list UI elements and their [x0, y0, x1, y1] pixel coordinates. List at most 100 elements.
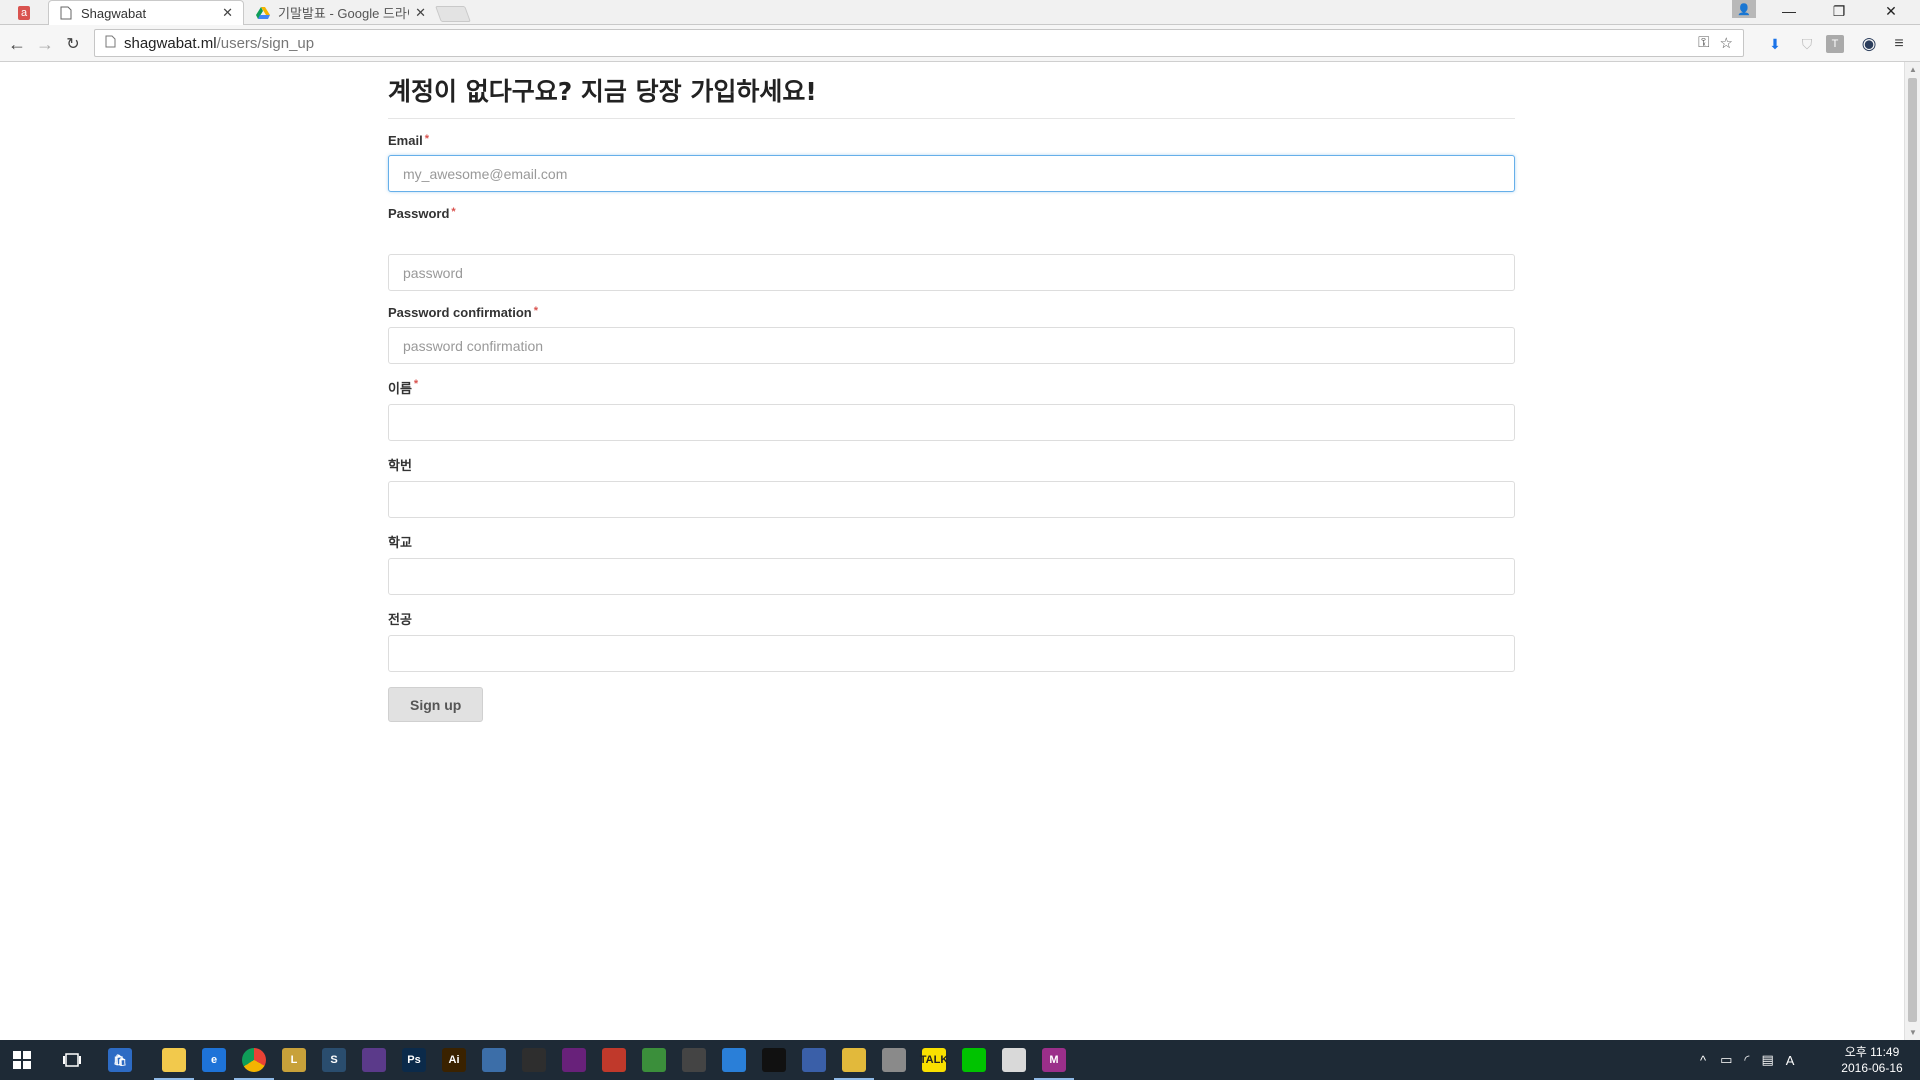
- tray-expand-icon[interactable]: ^: [1700, 1053, 1706, 1068]
- wifi-icon[interactable]: ◜: [1744, 1052, 1749, 1068]
- new-tab-button[interactable]: [435, 6, 471, 22]
- page-viewport: 계정이 없다구요? 지금 당장 가입하세요! Email* Password* …: [0, 62, 1904, 1040]
- email-label-text: Email: [388, 133, 423, 148]
- page-info-icon[interactable]: [105, 35, 116, 51]
- page-title: 계정이 없다구요? 지금 당장 가입하세요!: [388, 62, 1515, 119]
- photoshop-icon[interactable]: Ps: [392, 1044, 436, 1076]
- extension-icon[interactable]: ◉: [1858, 33, 1880, 55]
- minimize-icon[interactable]: —: [1774, 0, 1804, 22]
- taskbar-clock[interactable]: 오후 11:49 2016-06-16: [1836, 1044, 1908, 1076]
- forward-icon[interactable]: →: [34, 33, 56, 55]
- google-drive-icon: [256, 6, 270, 20]
- visual-studio-icon[interactable]: [552, 1044, 596, 1076]
- back-icon[interactable]: ←: [6, 33, 28, 55]
- ruby-icon[interactable]: [592, 1044, 636, 1076]
- start-button-icon[interactable]: [0, 1044, 44, 1076]
- edge-icon[interactable]: e: [192, 1044, 236, 1076]
- student-id-group: 학번: [388, 455, 1515, 518]
- notification-icon[interactable]: ▤: [1761, 1052, 1773, 1068]
- folder-icon-glyph: [842, 1048, 866, 1072]
- restore-icon[interactable]: ❐: [1824, 0, 1854, 22]
- file-explorer-icon[interactable]: [152, 1044, 196, 1080]
- scroll-up-icon[interactable]: ▲: [1908, 65, 1918, 74]
- school-label: 학교: [388, 535, 412, 550]
- tab-google-drive[interactable]: 기말발표 - Google 드라이 ✕: [246, 0, 436, 25]
- folder-icon[interactable]: [832, 1044, 876, 1080]
- sign-up-form: 계정이 없다구요? 지금 당장 가입하세요! Email* Password* …: [388, 62, 1515, 722]
- illustrator-icon[interactable]: Ai: [432, 1044, 476, 1076]
- page-icon: [59, 6, 73, 20]
- browser-toolbar: ← → ↻ shagwabat.ml/users/sign_up ⚿ ☆ ⬇ ⛉…: [0, 25, 1920, 62]
- store-icon[interactable]: 🛍: [98, 1044, 142, 1076]
- major-group: 전공: [388, 609, 1515, 672]
- tab-shagwabat[interactable]: Shagwabat ✕: [48, 0, 244, 25]
- name-label-text: 이름: [388, 381, 412, 396]
- kakaotalk-icon[interactable]: TALK: [912, 1044, 956, 1076]
- password-label: Password *: [388, 206, 1515, 221]
- app-icon[interactable]: [352, 1044, 396, 1076]
- close-window-icon[interactable]: ✕: [1876, 0, 1906, 22]
- school-group: 학교: [388, 532, 1515, 595]
- reload-icon[interactable]: ↻: [62, 33, 84, 55]
- page-scrollbar[interactable]: ▲ ▼: [1904, 62, 1920, 1040]
- battery-icon[interactable]: ▭: [1720, 1052, 1732, 1068]
- student-id-label: 학번: [388, 458, 412, 473]
- task-view-icon[interactable]: [50, 1044, 94, 1076]
- sublime-icon-glyph: [642, 1048, 666, 1072]
- ime-indicator[interactable]: A: [1786, 1053, 1795, 1068]
- app-tab[interactable]: a: [8, 0, 48, 25]
- menu-icon[interactable]: ≡: [1888, 33, 1910, 55]
- school-input[interactable]: [388, 558, 1515, 595]
- ruby-icon-glyph: [602, 1048, 626, 1072]
- unity-icon[interactable]: [512, 1044, 556, 1076]
- notepad-icon[interactable]: [712, 1044, 756, 1076]
- app-icon[interactable]: [992, 1044, 1036, 1076]
- tab-close-icon[interactable]: ✕: [222, 5, 233, 21]
- scrollbar-thumb[interactable]: [1908, 78, 1917, 1022]
- profile-icon[interactable]: 👤: [1732, 0, 1756, 18]
- required-mark: *: [413, 378, 419, 390]
- notepad-icon-glyph: [722, 1048, 746, 1072]
- lol-icon-glyph: L: [282, 1048, 306, 1072]
- key-icon[interactable]: ⚿: [1698, 34, 1709, 52]
- terminal-icon[interactable]: [752, 1044, 796, 1076]
- sign-up-button[interactable]: Sign up: [388, 687, 484, 722]
- lol-icon[interactable]: L: [272, 1044, 316, 1076]
- app-icon[interactable]: [872, 1044, 916, 1076]
- tab-close-icon[interactable]: ✕: [415, 5, 426, 21]
- app-icon[interactable]: M: [1032, 1044, 1076, 1080]
- required-mark: *: [533, 305, 539, 317]
- app-icon[interactable]: [792, 1044, 836, 1076]
- name-input[interactable]: [388, 404, 1515, 441]
- app-icon[interactable]: S: [312, 1044, 356, 1076]
- kakaotalk-icon-glyph: TALK: [920, 1048, 948, 1072]
- password-input[interactable]: [388, 254, 1515, 291]
- edge-icon-glyph: e: [202, 1048, 226, 1072]
- store-glyph: 🛍: [108, 1048, 132, 1072]
- line-icon[interactable]: [952, 1044, 996, 1076]
- download-extension-icon[interactable]: ⬇: [1764, 33, 1786, 55]
- email-input[interactable]: [388, 155, 1515, 192]
- major-label: 전공: [388, 612, 412, 627]
- text-extension-icon[interactable]: T: [1826, 35, 1844, 53]
- clock-date: 2016-06-16: [1841, 1061, 1903, 1075]
- sublime-icon[interactable]: [632, 1044, 676, 1076]
- snipping-tool-icon[interactable]: [672, 1044, 716, 1076]
- password-confirmation-input[interactable]: [388, 327, 1515, 364]
- tab-title: Shagwabat: [81, 5, 147, 21]
- scroll-down-icon[interactable]: ▼: [1908, 1028, 1918, 1037]
- chrome-icon[interactable]: [232, 1044, 276, 1080]
- virtualbox-icon[interactable]: [472, 1044, 516, 1076]
- password-confirmation-label: Password confirmation *: [388, 305, 1515, 320]
- bookmark-star-icon[interactable]: ☆: [1720, 34, 1733, 52]
- major-input[interactable]: [388, 635, 1515, 672]
- url-path: /users/sign_up: [216, 34, 315, 52]
- student-id-input[interactable]: [388, 481, 1515, 518]
- line-icon-glyph: [962, 1048, 986, 1072]
- browser-tab-strip: a Shagwabat ✕ 기말발표 - Google 드라이 ✕ 👤 — ❐ …: [0, 0, 1920, 25]
- address-bar[interactable]: shagwabat.ml/users/sign_up ⚿ ☆: [94, 29, 1744, 57]
- virtualbox-icon-glyph: [482, 1048, 506, 1072]
- app-icon-glyph: [1002, 1048, 1026, 1072]
- shield-extension-icon[interactable]: ⛉: [1796, 33, 1818, 55]
- password-label-text: Password: [388, 206, 450, 221]
